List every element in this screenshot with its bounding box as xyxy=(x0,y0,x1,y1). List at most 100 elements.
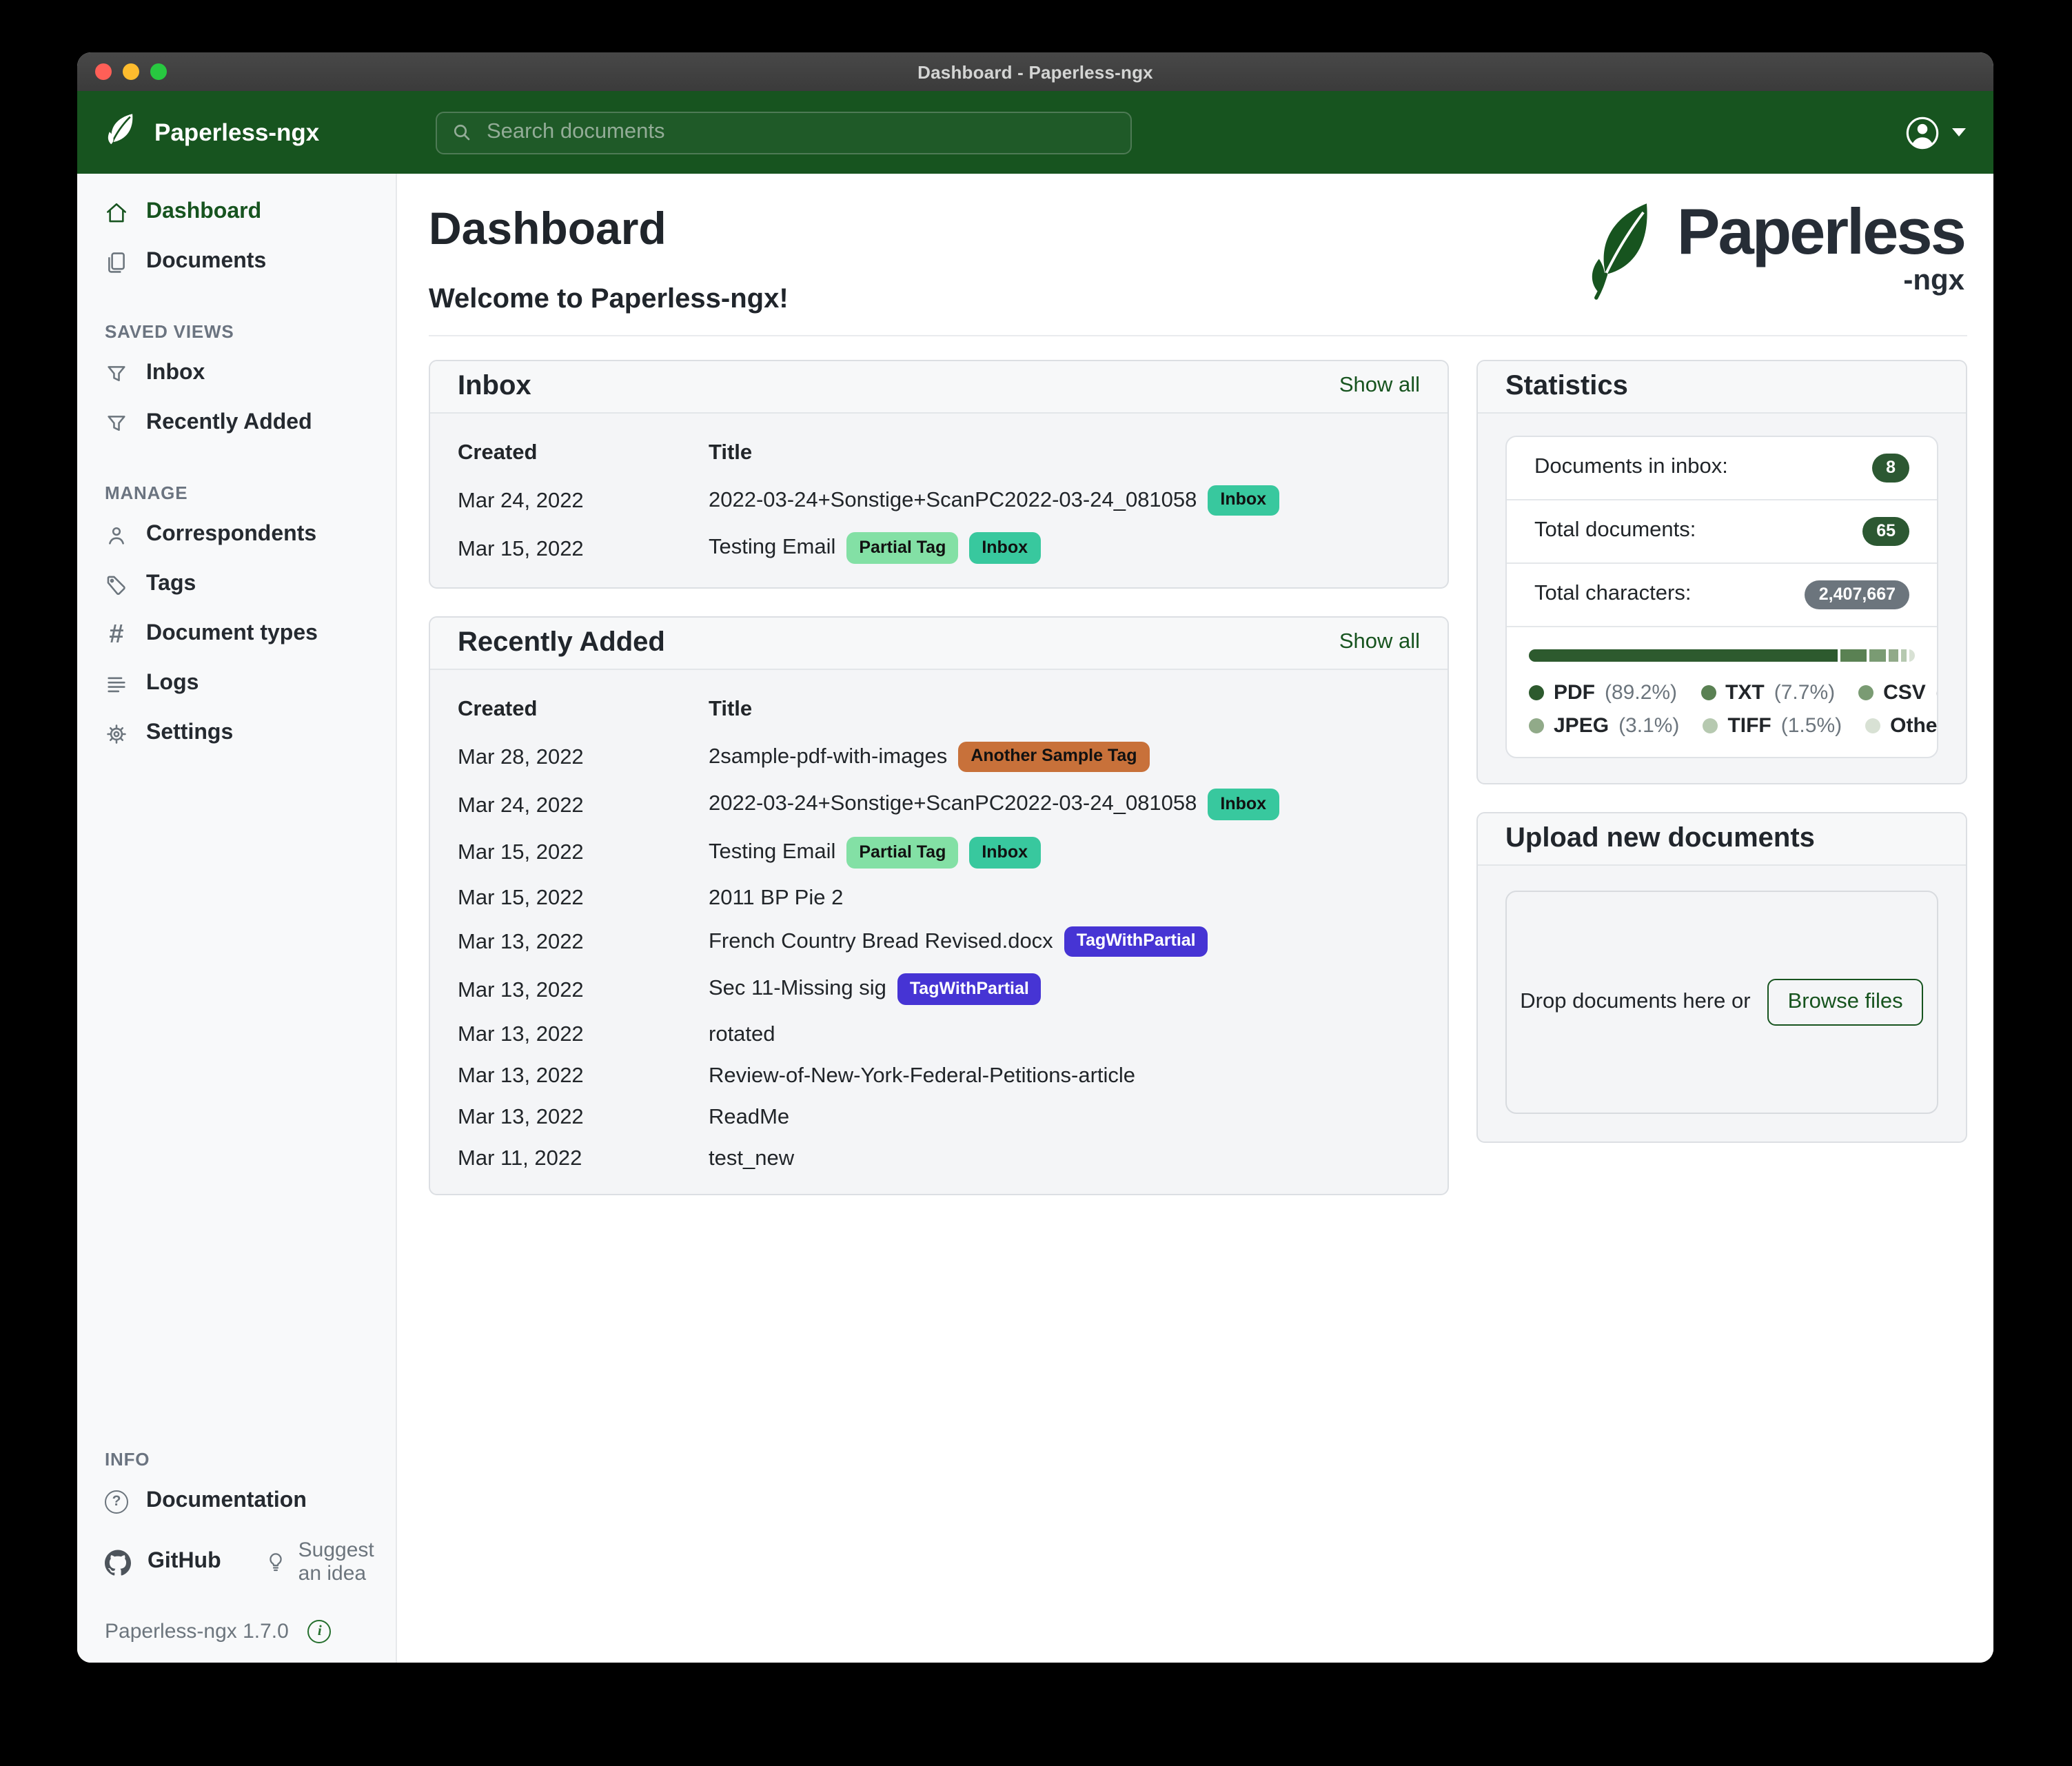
legend-label: TXT xyxy=(1725,680,1765,704)
info-circle-icon[interactable] xyxy=(308,1620,332,1643)
recently-added-show-all-link[interactable]: Show all xyxy=(1339,631,1420,656)
search-bar[interactable] xyxy=(436,111,1132,154)
sidebar-item-inbox[interactable]: Inbox xyxy=(77,349,396,398)
brand-link[interactable]: Paperless-ngx xyxy=(105,111,405,154)
sidebar-item-label: Documentation xyxy=(146,1489,307,1514)
legend-line: PDF(89.2%)TXT(7.7%)CSV(4.6%) xyxy=(1529,680,1915,704)
window-controls xyxy=(95,63,167,80)
home-icon xyxy=(105,201,128,224)
tag-badge[interactable]: TagWithPartial xyxy=(897,974,1042,1005)
question-circle-icon xyxy=(105,1490,128,1513)
minimize-window-button[interactable] xyxy=(123,63,139,80)
inbox-card-header: Inbox Show all xyxy=(430,361,1448,413)
github-icon xyxy=(105,1549,131,1575)
paperless-logo-text: Paperless -ngx xyxy=(1677,201,1964,297)
cards-column: Inbox Show all Created Title xyxy=(429,359,1449,1223)
version-row: Paperless-ngx 1.7.0 xyxy=(77,1598,396,1643)
tag-badge[interactable]: Partial Tag xyxy=(846,532,958,563)
github-link[interactable]: GitHub xyxy=(148,1550,221,1574)
tag-badge[interactable]: Inbox xyxy=(969,837,1040,868)
paperless-leaf-icon xyxy=(1583,201,1672,303)
divider xyxy=(429,334,1967,336)
doc-title-link[interactable]: 2011 BP Pie 2 xyxy=(709,886,843,909)
doc-title-link[interactable]: Testing Email xyxy=(709,536,835,559)
sidebar-item-logs[interactable]: Logs xyxy=(77,659,396,709)
sidebar-item-settings[interactable]: Settings xyxy=(77,709,396,758)
window-title: Dashboard - Paperless-ngx xyxy=(917,61,1153,82)
doc-title-cell: test_new xyxy=(709,1139,1420,1180)
app-header: Paperless-ngx xyxy=(77,91,1993,174)
column-header-created: Created xyxy=(458,687,709,735)
table-row: Mar 24, 20222022-03-24+Sonstige+ScanPC20… xyxy=(458,782,1420,830)
legend-item: Other(1.5%) xyxy=(1865,713,1938,737)
main-content: Dashboard Welcome to Paperless-ngx! xyxy=(397,174,1993,1663)
suggest-idea-link[interactable]: Suggest an idea xyxy=(265,1539,374,1585)
legend-item: PDF (89.2%) xyxy=(1529,680,1677,704)
column-header-created: Created xyxy=(458,429,709,478)
tag-badge[interactable]: Inbox xyxy=(1208,485,1279,516)
tag-badge[interactable]: Inbox xyxy=(1208,789,1279,820)
legend-dot-icon xyxy=(1703,718,1718,733)
sidebar-item-recently-added[interactable]: Recently Added xyxy=(77,398,396,448)
legend-dot-icon xyxy=(1858,684,1873,700)
doc-title-cell: Testing Email Partial Tag Inbox xyxy=(709,830,1420,877)
inbox-show-all-link[interactable]: Show all xyxy=(1339,374,1420,398)
doc-title-link[interactable]: 2022-03-24+Sonstige+ScanPC2022-03-24_081… xyxy=(709,488,1197,511)
content-row: Inbox Show all Created Title xyxy=(429,359,1967,1223)
funnel-icon xyxy=(105,362,128,385)
user-menu[interactable] xyxy=(1905,115,1966,150)
sidebar-item-dashboard[interactable]: Dashboard xyxy=(77,187,396,237)
tag-badge[interactable]: Inbox xyxy=(969,532,1040,563)
inbox-card: Inbox Show all Created Title xyxy=(429,359,1449,589)
suggest-idea-label: Suggest an idea xyxy=(298,1539,374,1585)
tag-badge[interactable]: Another Sample Tag xyxy=(958,742,1149,773)
sidebar-item-label: Recently Added xyxy=(146,411,312,436)
doc-title-link[interactable]: 2sample-pdf-with-images xyxy=(709,745,947,769)
recently-added-card-header: Recently Added Show all xyxy=(430,618,1448,670)
legend-pct: (89.2%) xyxy=(1605,680,1677,704)
table-row: Mar 24, 20222022-03-24+Sonstige+ScanPC20… xyxy=(458,478,1420,525)
bar-segment xyxy=(1910,649,1916,661)
doc-title-link[interactable]: 2022-03-24+Sonstige+ScanPC2022-03-24_081… xyxy=(709,793,1197,816)
sidebar-item-documentation[interactable]: Documentation xyxy=(77,1476,396,1526)
doc-title-link[interactable]: Sec 11-Missing sig xyxy=(709,977,886,1001)
doc-created-date: Mar 24, 2022 xyxy=(458,782,709,830)
sidebar-item-documents[interactable]: Documents xyxy=(77,237,396,287)
sidebar-item-tags[interactable]: Tags xyxy=(77,560,396,609)
doc-title-cell: 2022-03-24+Sonstige+ScanPC2022-03-24_081… xyxy=(709,478,1420,525)
zoom-window-button[interactable] xyxy=(150,63,167,80)
upload-dropzone[interactable]: Drop documents here or Browse files xyxy=(1505,890,1938,1113)
search-input[interactable] xyxy=(484,119,1117,146)
sidebar-item-label: Documents xyxy=(146,250,266,274)
tag-badge[interactable]: Partial Tag xyxy=(846,837,958,868)
sidebar-item-correspondents[interactable]: Correspondents xyxy=(77,510,396,560)
doc-title-link[interactable]: Review-of-New-York-Federal-Petitions-art… xyxy=(709,1064,1135,1088)
hash-icon xyxy=(105,622,128,646)
brand-label: Paperless-ngx xyxy=(154,118,319,147)
side-column: Statistics Documents in inbox:8Total doc… xyxy=(1476,359,1967,1170)
app-window: Dashboard - Paperless-ngx Paperless-ngx xyxy=(77,52,1993,1663)
doc-created-date: Mar 13, 2022 xyxy=(458,919,709,966)
legend-label: PDF xyxy=(1554,680,1595,704)
doc-title-link[interactable]: Testing Email xyxy=(709,840,835,864)
logo-sub: -ngx xyxy=(1903,264,1964,297)
doc-title-cell: Review-of-New-York-Federal-Petitions-art… xyxy=(709,1056,1420,1097)
upload-card-header: Upload new documents xyxy=(1478,813,1966,865)
upload-card: Upload new documents Drop documents here… xyxy=(1476,811,1967,1142)
sidebar-item-document-types[interactable]: Document types xyxy=(77,609,396,659)
user-avatar-icon xyxy=(1905,115,1940,150)
doc-created-date: Mar 13, 2022 xyxy=(458,1015,709,1056)
sidebar-section-manage: MANAGE xyxy=(105,483,368,503)
tag-badge[interactable]: TagWithPartial xyxy=(1064,926,1208,957)
close-window-button[interactable] xyxy=(95,63,112,80)
doc-title-link[interactable]: test_new xyxy=(709,1147,794,1170)
table-row: Mar 11, 2022test_new xyxy=(458,1139,1420,1180)
legend-label: CSV xyxy=(1883,680,1926,704)
doc-title-link[interactable]: rotated xyxy=(709,1023,775,1046)
sidebar-item-label: Dashboard xyxy=(146,200,261,225)
doc-title-link[interactable]: ReadMe xyxy=(709,1106,789,1129)
github-row: GitHub Suggest an idea xyxy=(77,1526,396,1598)
doc-title-link[interactable]: French Country Bread Revised.docx xyxy=(709,929,1053,953)
sidebar: Dashboard Documents SAVED VIEWS Inb xyxy=(77,174,397,1663)
browse-files-button[interactable]: Browse files xyxy=(1767,978,1924,1025)
